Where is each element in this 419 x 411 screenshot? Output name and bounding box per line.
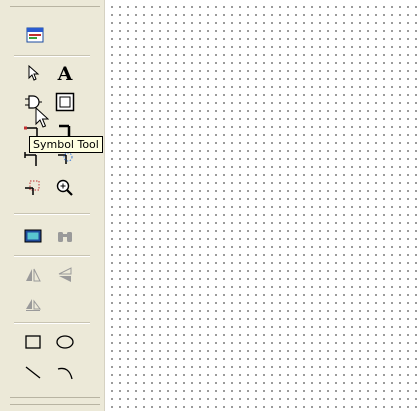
- arc-tool-button[interactable]: [54, 361, 76, 383]
- ellipse-icon: [56, 335, 74, 349]
- flip-horizontal-icon: [26, 268, 41, 282]
- flip-vertical-icon: [58, 267, 72, 282]
- letter-a-icon: A: [57, 63, 73, 83]
- ellipse-tool-button[interactable]: [54, 331, 76, 353]
- rotate-tool-button[interactable]: [22, 292, 44, 314]
- line-icon: [25, 366, 41, 379]
- arrow-pointer-icon: [28, 64, 40, 81]
- display-tool-button[interactable]: [22, 225, 44, 247]
- arc-icon: [57, 367, 73, 380]
- rectangle-tool-button[interactable]: [22, 331, 44, 353]
- frame-tool-button[interactable]: [54, 91, 76, 113]
- frame-icon: [55, 92, 75, 112]
- mouse-cursor-icon: [35, 106, 50, 133]
- find-tool-button[interactable]: [54, 225, 76, 247]
- monitor-icon: [24, 229, 42, 243]
- schematic-canvas[interactable]: [105, 0, 419, 411]
- zoom-tool-button[interactable]: [54, 177, 76, 199]
- binoculars-icon: [58, 232, 72, 242]
- rotate-icon: [26, 299, 41, 311]
- select-tool-button[interactable]: [22, 62, 44, 84]
- toolbar-bottom-grip: [10, 397, 100, 405]
- flip-vertical-tool-button[interactable]: [54, 264, 76, 286]
- toolbar-top-grip: [10, 0, 100, 7]
- tooltip: Symbol Tool: [29, 136, 103, 153]
- port-icon: [25, 180, 40, 195]
- tool-palette: A: [0, 0, 105, 411]
- line-tool-button[interactable]: [22, 361, 44, 383]
- toolbar-separator: [14, 213, 90, 215]
- zoom-in-icon: [56, 179, 73, 196]
- flip-horizontal-tool-button[interactable]: [22, 264, 44, 286]
- svg-text:A: A: [57, 63, 73, 83]
- tooltip-text: Symbol Tool: [33, 138, 99, 151]
- rectangle-icon: [25, 335, 41, 349]
- toolbar-separator: [14, 55, 90, 57]
- port-tool-button[interactable]: [22, 177, 44, 199]
- text-tool-button[interactable]: A: [54, 62, 76, 84]
- window-properties-icon: [26, 27, 44, 43]
- toolbar-separator: [14, 255, 90, 257]
- toolbar-separator: [14, 322, 90, 324]
- properties-tool-button[interactable]: [24, 24, 46, 46]
